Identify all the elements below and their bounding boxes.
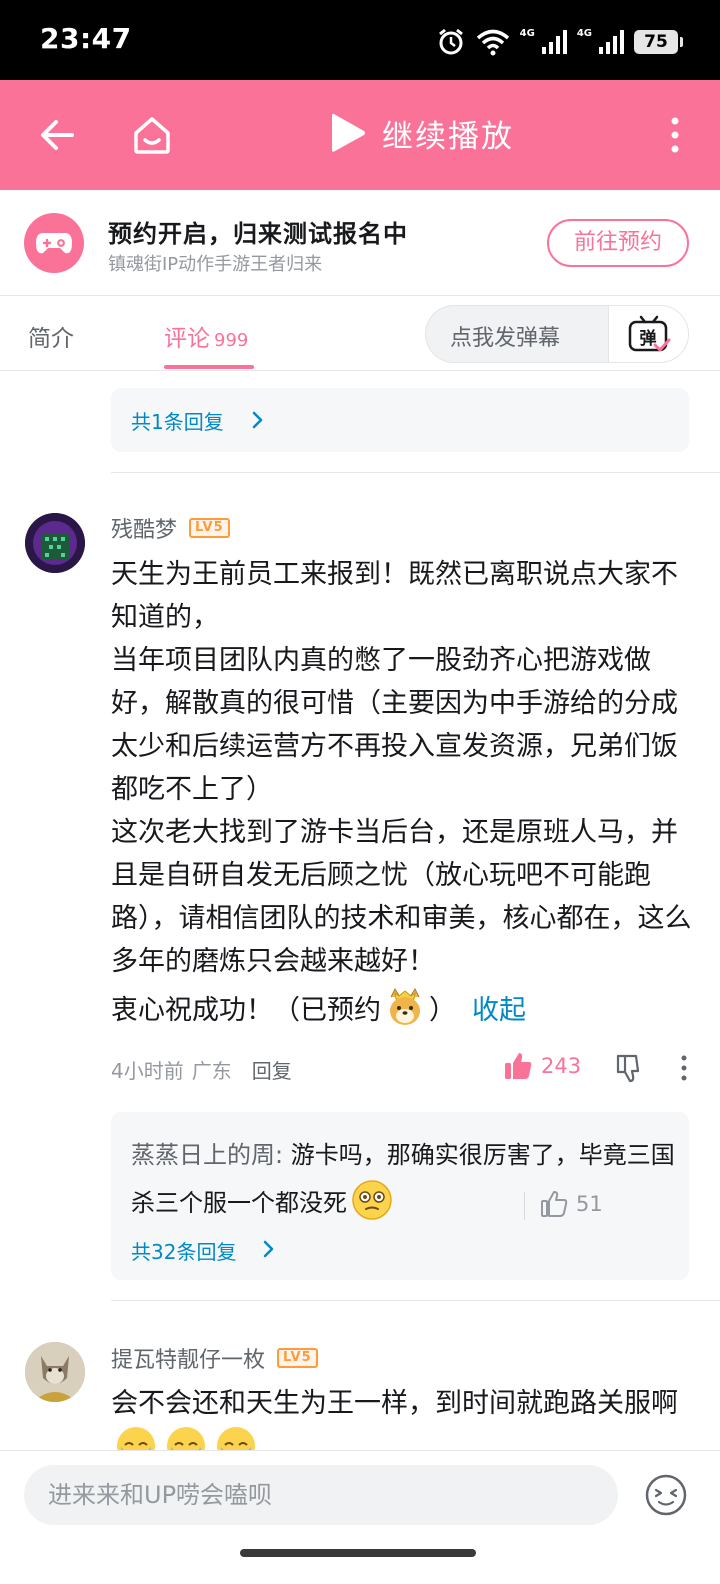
- more-vertical-icon[interactable]: [674, 1054, 694, 1082]
- battery-indicator: 75: [634, 30, 683, 54]
- view-replies-link[interactable]: 共32条回复: [131, 1236, 236, 1265]
- chevron-right-icon: [252, 411, 263, 429]
- sub-reply-like-count: 51: [576, 1192, 603, 1216]
- status-bar: 23:47 4G 4G 75: [0, 0, 720, 80]
- doge-emoji-icon: [390, 987, 420, 1025]
- tab-comments[interactable]: 评论 999: [164, 319, 248, 353]
- collapse-link[interactable]: 收起: [472, 995, 526, 1026]
- crying-laugh-emoji-icon: [167, 1427, 205, 1450]
- chevron-right-icon: [263, 1240, 274, 1258]
- continue-play-button[interactable]: 继续播放: [328, 110, 514, 156]
- home-icon[interactable]: [130, 113, 174, 157]
- comment-meta: 4小时前 广东 回复: [111, 1055, 292, 1084]
- alarm-icon: [438, 28, 463, 55]
- danmaku-placeholder: 点我发弹幕: [450, 326, 561, 351]
- separator: [524, 1192, 525, 1220]
- back-arrow-icon[interactable]: [36, 113, 80, 157]
- comment-location: 广东: [191, 1059, 232, 1083]
- network-label-1: 4G: [519, 27, 535, 39]
- crying-laugh-emoji-icon: [217, 1427, 255, 1450]
- tab-intro[interactable]: 简介: [28, 319, 74, 353]
- thumbs-up-outline-icon: [541, 1191, 568, 1217]
- comment-final-paren: ）: [429, 995, 456, 1026]
- level-badge: LV5: [189, 518, 230, 538]
- gamepad-icon: [24, 213, 84, 273]
- comment-divider: [111, 472, 720, 473]
- level-badge: LV5: [277, 1348, 318, 1368]
- comment-author[interactable]: 残酷梦 LV5: [111, 512, 230, 544]
- status-icons: 4G 4G 75: [436, 24, 683, 60]
- play-icon: [332, 113, 365, 152]
- danmaku-tv-icon: 弹: [628, 315, 670, 352]
- comment-paragraph: 会不会还和天生为王一样，到时间就跑路关服啊: [111, 1388, 678, 1419]
- reserve-button[interactable]: 前往预约: [547, 219, 689, 267]
- dizzy-face-emoji-icon: [352, 1180, 392, 1220]
- reply-button[interactable]: 回复: [252, 1055, 292, 1084]
- promo-title: 预约开启，归来测试报名中: [108, 220, 408, 248]
- like-count: 243: [541, 1054, 582, 1078]
- top-nav-bar: 继续播放: [0, 80, 720, 190]
- more-options-icon[interactable]: [660, 113, 690, 157]
- comment-divider: [111, 1300, 720, 1301]
- comment-text[interactable]: 会不会还和天生为王一样，到时间就跑路关服啊: [111, 1382, 696, 1450]
- reply-summary-box[interactable]: 共1条回复: [111, 388, 689, 452]
- status-time: 23:47: [40, 22, 132, 55]
- emoji-picker-icon[interactable]: [644, 1473, 688, 1517]
- comment-final-text: 衷心祝成功！（已预约: [111, 995, 381, 1026]
- continue-play-label: 继续播放: [382, 118, 514, 155]
- danmaku-input[interactable]: 点我发弹幕 弹: [425, 305, 689, 363]
- username[interactable]: 提瓦特靓仔一枚: [111, 1342, 265, 1374]
- avatar[interactable]: [25, 513, 85, 573]
- sub-reply-like-button[interactable]: 51: [540, 1190, 603, 1218]
- network-label-2: 4G: [576, 27, 592, 39]
- signal-icon: [599, 30, 624, 54]
- comment-paragraph: 衷心祝成功！（已预约 ） 收起: [111, 987, 696, 1032]
- comment-author[interactable]: 提瓦特靓仔一枚 LV5: [111, 1342, 318, 1374]
- wifi-icon: [476, 29, 509, 56]
- comment-paragraph: 当年项目团队内真的憋了一股劲齐心把游戏做好，解散真的很可惜（主要因为中手游给的分…: [111, 645, 678, 805]
- crying-laugh-emoji-icon: [117, 1427, 155, 1450]
- comment-time: 4小时前: [111, 1059, 184, 1083]
- tab-comments-label: 评论: [164, 326, 210, 352]
- comment-text[interactable]: 天生为王前员工来报到！既然已离职说点大家不知道的， 当年项目团队内真的憋了一股劲…: [111, 553, 696, 1032]
- view-replies-link[interactable]: 共1条回复: [131, 406, 224, 435]
- game-promo-banner[interactable]: 预约开启，归来测试报名中 镇魂街IP动作手游王者归来 前往预约: [0, 190, 720, 296]
- promo-subtitle: 镇魂街IP动作手游王者归来: [108, 254, 323, 275]
- tab-comments-count: 999: [214, 330, 249, 351]
- comment-paragraph: 这次老大找到了游卡当后台，还是原班人马，并且是自研自发无后顾之忧（放心玩吧不可能…: [111, 817, 692, 977]
- danmaku-toggle-button[interactable]: 弹: [608, 306, 688, 362]
- username[interactable]: 残酷梦: [111, 512, 177, 544]
- comment-paragraph: 天生为王前员工来报到！既然已离职说点大家不知道的，: [111, 559, 678, 633]
- thumbs-down-icon[interactable]: [614, 1053, 646, 1083]
- content-tabs: 简介 评论 999 点我发弹幕 弹: [0, 297, 720, 371]
- avatar[interactable]: [25, 1342, 85, 1402]
- sub-reply-author[interactable]: 蒸蒸日上的周: [131, 1141, 275, 1169]
- thumbs-up-icon: [505, 1053, 532, 1079]
- signal-icon: [541, 30, 567, 54]
- comment-input-bar: 进来来和UP唠会嗑呗: [0, 1450, 720, 1584]
- active-tab-indicator: [164, 365, 254, 369]
- like-button[interactable]: 243: [503, 1051, 581, 1081]
- comment-input[interactable]: 进来来和UP唠会嗑呗: [24, 1465, 618, 1525]
- home-indicator[interactable]: [240, 1549, 476, 1557]
